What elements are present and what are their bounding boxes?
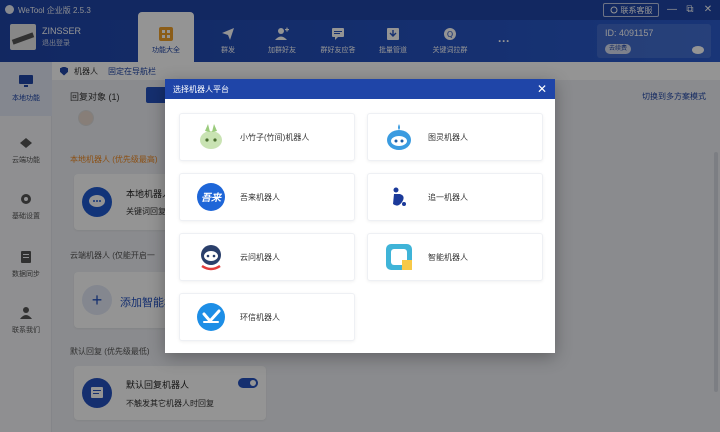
platform-name: 小竹子(竹间)机器人 <box>240 132 310 142</box>
dialog-header: 选择机器人平台 ✕ <box>165 79 555 99</box>
platform-name: 环信机器人 <box>240 312 280 322</box>
platform-option-bamboo[interactable]: 小竹子(竹间)机器人 <box>179 113 355 161</box>
platform-name: 图灵机器人 <box>428 132 468 142</box>
platform-name: 追一机器人 <box>428 192 468 202</box>
platform-name: 智能机器人 <box>428 252 468 262</box>
platform-option-smart[interactable]: 智能机器人 <box>367 233 543 281</box>
platform-name: 云问机器人 <box>240 252 280 262</box>
zhuiyi-robot-icon <box>384 182 414 212</box>
platform-option-yunwen[interactable]: 云问机器人 <box>179 233 355 281</box>
huanxin-robot-icon <box>196 302 226 332</box>
wulai-robot-icon: 吾来 <box>196 182 226 212</box>
platform-option-zhuiyi[interactable]: 追一机器人 <box>367 173 543 221</box>
bamboo-robot-icon <box>196 122 226 152</box>
dialog-title: 选择机器人平台 <box>173 84 229 94</box>
select-robot-platform-dialog: 选择机器人平台 ✕ 小竹子(竹间)机器人 图灵机器人 吾来 吾来机器人 追一机器… <box>165 79 555 353</box>
platform-option-huanxin[interactable]: 环信机器人 <box>179 293 355 341</box>
wulai-logo-text: 吾来 <box>201 192 223 204</box>
smart-robot-icon <box>384 242 414 272</box>
yunwen-robot-icon <box>196 242 226 272</box>
close-icon[interactable]: ✕ <box>535 82 549 96</box>
platform-option-turing[interactable]: 图灵机器人 <box>367 113 543 161</box>
platform-name: 吾来机器人 <box>240 192 280 202</box>
platform-option-wulai[interactable]: 吾来 吾来机器人 <box>179 173 355 221</box>
turing-robot-icon <box>384 122 414 152</box>
